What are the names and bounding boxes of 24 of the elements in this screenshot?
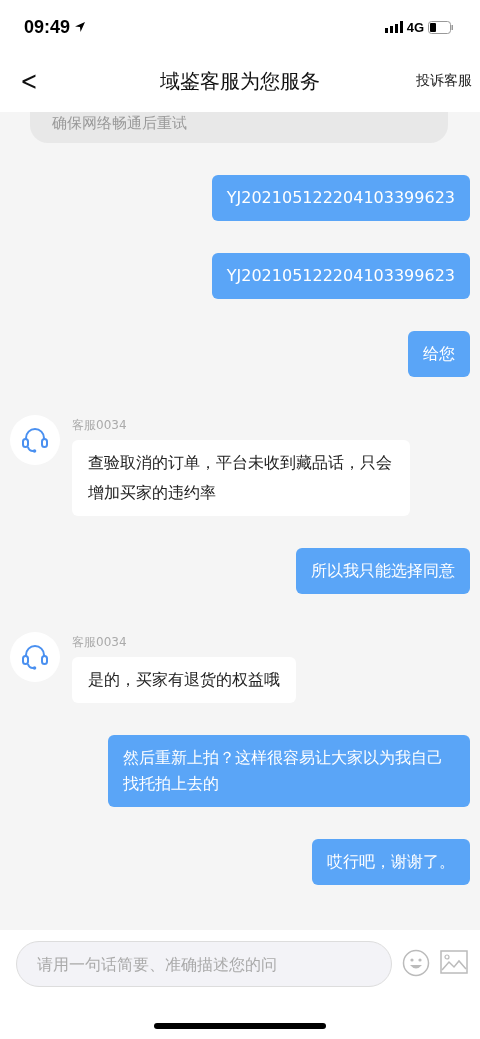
- status-time: 09:49: [24, 16, 71, 38]
- received-message: 查验取消的订单，平台未收到藏品话，只会增加买家的违约率: [72, 440, 410, 516]
- emoji-icon[interactable]: [402, 949, 430, 977]
- sender-name: 客服0034: [72, 634, 128, 651]
- message-input[interactable]: 请用一句话简要、准确描述您的问: [16, 941, 392, 987]
- battery-icon: [428, 20, 454, 34]
- received-message: 是的，买家有退货的权益哦: [72, 657, 296, 703]
- back-button[interactable]: <: [15, 66, 43, 96]
- signal-icon: [384, 21, 403, 33]
- sent-message: YJ202105122204103399623: [211, 253, 470, 299]
- sent-message: 所以我只能选择同意: [296, 548, 470, 594]
- notice-text: 确保网络畅通后重试: [30, 112, 448, 143]
- image-icon[interactable]: [440, 949, 468, 975]
- page-title: 域鉴客服为您服务: [160, 68, 320, 93]
- sent-message: 哎行吧，谢谢了。: [312, 839, 470, 885]
- sender-name: 客服0034: [72, 417, 128, 434]
- network-type: 4G: [406, 19, 424, 35]
- location-icon: [74, 21, 87, 33]
- sent-message: YJ202105122204103399623: [211, 175, 470, 221]
- headset-icon: [20, 425, 50, 455]
- complaint-link[interactable]: 投诉客服: [416, 72, 472, 90]
- sent-message: 然后重新上拍？这样很容易让大家以为我自己找托拍上去的: [108, 735, 470, 807]
- sent-message: 给您: [408, 331, 470, 377]
- headset-icon: [20, 642, 50, 672]
